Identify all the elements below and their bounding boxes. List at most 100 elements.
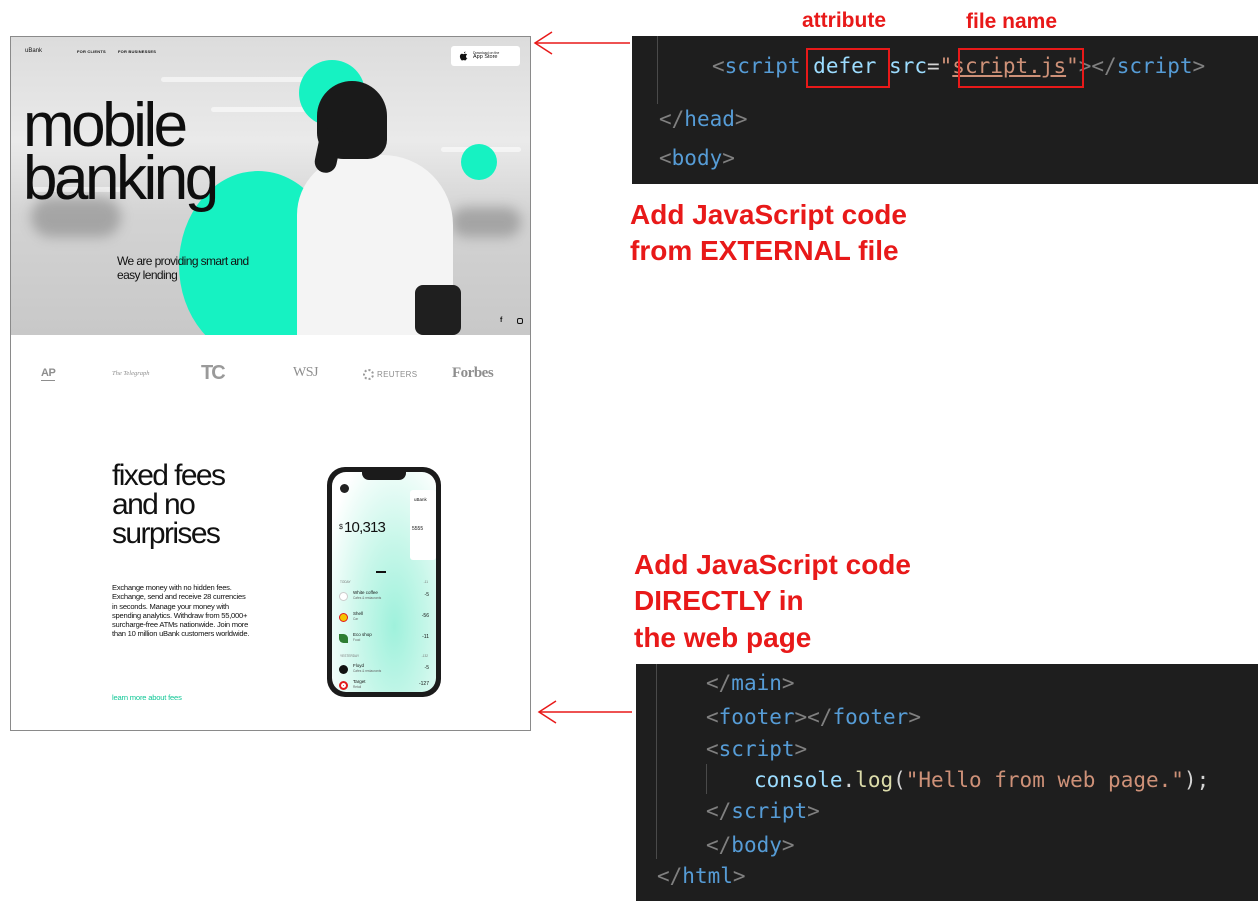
arrow-left-icon [533,31,630,55]
tx-name: Target [353,679,366,684]
indent-guide [656,664,657,859]
phone-brand: uBank [414,497,427,502]
phone-screen: uBank 5555 $ 10,313 TODAY -11 White coff… [332,472,436,692]
learn-more-fees-link[interactable]: learn more about fees [112,693,182,702]
token: < [706,705,719,729]
target-icon [339,681,348,690]
token: > [807,799,820,823]
code-line-head-close: </head> [659,109,748,130]
token: body [731,833,782,857]
code-editor-bottom: </main> <footer></footer> <script> conso… [636,664,1258,901]
defer-highlight-box [806,48,890,88]
note-line: the web page [634,621,812,653]
token: head [684,107,735,131]
indent-guide [657,36,658,104]
hero-subtitle: We are providing smart and easy lending [117,254,249,282]
code-line-html-close: </html> [657,866,746,887]
instagram-icon[interactable] [517,318,523,324]
code-line-script-close: </script> [706,801,820,822]
ap-logo: AP [41,367,56,381]
token: > [781,833,795,857]
coffee-icon [339,592,348,601]
fees-title-line: surprises [112,516,221,550]
tx-name: Eco shop [353,632,372,637]
note-line: from EXTERNAL file [630,235,899,267]
token: ></ [794,705,833,729]
token: < [712,54,725,78]
tx-category: Retail [353,685,362,689]
tx-amount: -5 [424,665,429,671]
hero-title-line: banking [23,144,219,214]
filename-annotation: file name [966,10,1058,33]
direct-code-note: Add JavaScript code DIRECTLY in the web … [634,547,911,656]
token: = [926,54,940,78]
reuters-label: REUTERS [377,370,418,379]
transaction-row: Shell Car -56 [339,611,429,631]
token: > [734,107,748,131]
tx-group-label: TODAY [340,580,351,584]
token: script [724,54,801,78]
token: log [855,768,894,792]
website-screenshot: uBank FOR CLIENTS FOR BUSINESSES Downloa… [10,36,531,731]
code-line-footer: <footer></footer> [706,707,921,728]
note-line: DIRECTLY in [634,585,804,617]
handbag [415,285,461,335]
tx-name: Floyd [353,663,365,668]
wsj-logo: WSJ [293,365,318,380]
balance-currency: $ [339,524,343,531]
reuters-logo: REUTERS [363,369,417,380]
tx-category: Car [353,617,359,621]
token: </ [706,833,732,857]
external-file-note: Add JavaScript code from EXTERNAL file [630,197,907,270]
token: > [781,671,795,695]
apple-icon [459,51,468,60]
token: > [794,737,808,761]
store-label: App Store [473,54,498,60]
fees-description: Exchange money with no hidden fees. Exch… [112,583,250,639]
code-line-main-close: </main> [706,673,795,694]
token: > [722,146,735,170]
tx-category: Cafes & restaurants [353,596,382,600]
tx-amount: -127 [418,681,429,687]
token: </ [706,671,732,695]
avatar [340,484,349,493]
token: </ [659,107,685,131]
leaf-icon [339,634,348,643]
card-number: 5555 [412,526,424,532]
token: script [731,799,808,823]
code-line-console-log: console.log("Hello from web page."); [754,770,1209,791]
tx-group-total: -11 [423,580,428,584]
token: > [1192,54,1206,78]
token: "Hello from web page." [905,768,1184,792]
hero-title: mobile banking [23,94,303,214]
token: ></ [1078,54,1117,78]
token: main [731,671,782,695]
token: . [842,768,856,792]
tx-category: Cafes & restaurants [353,669,382,673]
tx-name: Shell [353,611,364,616]
code-line-body-open: <body> [659,148,735,169]
phone-notch [362,472,406,480]
token: ); [1183,768,1210,792]
shell-icon [339,613,348,622]
token: " [939,54,953,78]
transaction-row: Target Retail -127 [339,679,429,692]
token: </ [657,864,683,888]
arrow-left-icon [537,700,632,724]
code-editor-top: <script defer src="script.js"></script> … [632,36,1258,184]
token: src [889,54,927,78]
fees-title-line: fixed fees [112,459,226,492]
facebook-icon[interactable]: f [500,317,502,324]
nav-link-clients[interactable]: FOR CLIENTS [77,49,106,54]
tx-amount: -5 [424,592,429,598]
token: < [706,737,719,761]
app-store-button[interactable]: Download on the App Store [451,46,520,66]
transaction-row: Eco shop Food -11 [339,632,429,652]
tx-amount: -56 [421,613,429,619]
forbes-logo: Forbes [452,365,494,381]
nav-link-businesses[interactable]: FOR BUSINESSES [118,49,156,54]
fees-title: fixed fees and no surprises [112,459,302,550]
brand-logo[interactable]: uBank [25,48,42,54]
hero-section: uBank FOR CLIENTS FOR BUSINESSES Downloa… [11,37,530,335]
note-line: Add JavaScript code [630,199,907,230]
